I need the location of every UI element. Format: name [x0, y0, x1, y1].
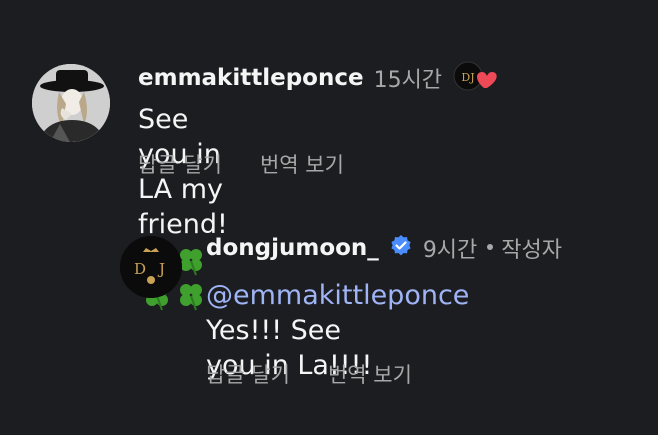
reply-actions: 답글 달기 번역 보기: [206, 359, 450, 389]
avatar-emmakittleponce[interactable]: [32, 64, 110, 142]
svg-text:D: D: [134, 260, 146, 278]
translate-button[interactable]: 번역 보기: [260, 149, 344, 179]
reply-button[interactable]: 답글 달기: [206, 359, 290, 389]
verified-badge-icon: [389, 234, 413, 262]
svg-text:J: J: [157, 260, 165, 278]
timestamp: 9시간: [422, 238, 478, 263]
reply-text-line1: Yes!!! See: [206, 315, 341, 346]
creator-like-badge: DJ: [452, 60, 498, 96]
reply-header: dongjumoon_ 9시간 작성자: [206, 232, 562, 264]
timestamp: 15시간: [373, 68, 443, 93]
svg-text:DJ: DJ: [461, 71, 474, 84]
username[interactable]: emmakittleponce: [138, 65, 364, 91]
reply-button[interactable]: 답글 달기: [138, 149, 222, 179]
comment-actions: 답글 달기 번역 보기: [138, 149, 382, 179]
avatar-dongjumoon[interactable]: D J: [120, 236, 182, 298]
translate-button[interactable]: 번역 보기: [328, 359, 412, 389]
username[interactable]: dongjumoon_: [206, 235, 379, 261]
author-tag: 작성자: [501, 238, 563, 263]
heart-icon: [477, 72, 497, 88]
mention-link[interactable]: @emmakittleponce: [206, 280, 469, 311]
comment-header: emmakittleponce 15시간 DJ: [138, 60, 498, 96]
four-leaf-clover-icon: [180, 283, 202, 310]
separator-dot: [487, 243, 494, 250]
